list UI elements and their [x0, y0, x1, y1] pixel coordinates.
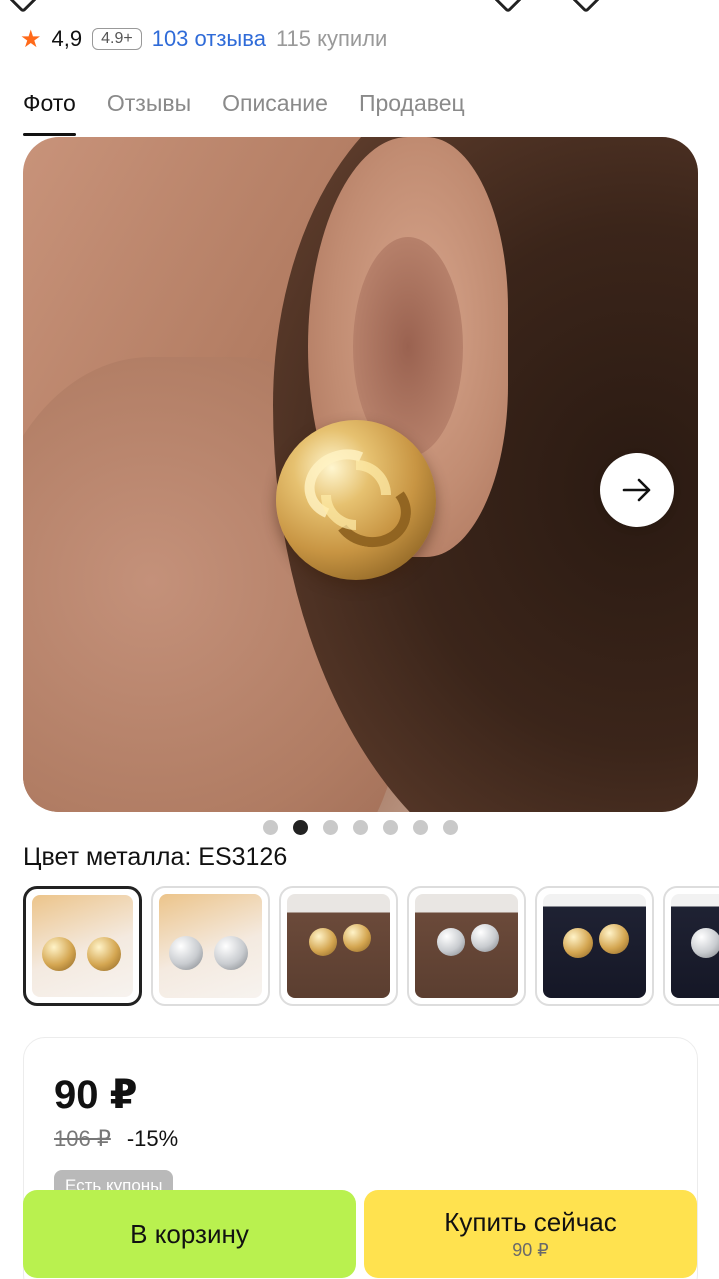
product-photo[interactable] [23, 137, 698, 812]
buy-now-label: Купить сейчас [444, 1207, 617, 1237]
add-to-cart-button[interactable]: В корзину [23, 1190, 356, 1278]
tab-reviews[interactable]: Отзывы [107, 82, 191, 136]
variant-thumb-silver-card[interactable] [151, 886, 270, 1006]
pagination-dot-active[interactable] [293, 820, 308, 835]
current-price: 90 ₽ [54, 1073, 138, 1117]
pagination-dot[interactable] [323, 820, 338, 835]
rating-badge: 4.9+ [92, 28, 142, 50]
rating-value: 4,9 [51, 26, 83, 51]
rating-row: ★ 4,9 4.9+ 103 отзыва 115 купили [20, 24, 387, 54]
section-tabs: Фото Отзывы Описание Продавец [23, 82, 465, 138]
next-photo-button[interactable] [600, 453, 674, 527]
variant-thumb-gold-brown[interactable] [279, 886, 398, 1006]
pagination-dot[interactable] [443, 820, 458, 835]
gallery-pagination [263, 820, 458, 835]
star-icon: ★ [20, 25, 42, 53]
buy-now-price: 90 ₽ [512, 1240, 549, 1260]
variant-thumbnails [23, 886, 719, 1008]
top-bar: ★ 4,9 4.9+ 103 отзыва 115 купили [0, 0, 719, 54]
pagination-dot[interactable] [263, 820, 278, 835]
variant-thumb-silver-dark[interactable] [663, 886, 719, 1006]
tab-photo[interactable]: Фото [23, 82, 76, 136]
back-icon[interactable] [4, 0, 42, 14]
old-price: 106 ₽ [54, 1126, 111, 1151]
buy-now-button[interactable]: Купить сейчас 90 ₽ [364, 1190, 697, 1278]
old-price-row: 106 ₽ -15% [54, 1126, 178, 1152]
pagination-dot[interactable] [383, 820, 398, 835]
reviews-link[interactable]: 103 отзыва [152, 26, 266, 52]
favorite-icon[interactable] [567, 0, 605, 14]
discount-percent: -15% [126, 1126, 179, 1151]
arrow-right-icon [622, 478, 651, 502]
metal-color-label: Цвет металла: ES3126 [23, 843, 288, 871]
pagination-dot[interactable] [353, 820, 368, 835]
variant-thumb-gold-dark[interactable] [535, 886, 654, 1006]
add-to-cart-label: В корзину [130, 1218, 249, 1249]
variant-thumb-silver-brown[interactable] [407, 886, 526, 1006]
pagination-dot[interactable] [413, 820, 428, 835]
tab-description[interactable]: Описание [222, 82, 328, 136]
earring-image [276, 420, 436, 580]
tab-seller[interactable]: Продавец [359, 82, 465, 136]
share-icon[interactable] [489, 0, 527, 14]
bought-count: 115 купили [275, 26, 388, 51]
variant-thumb-gold-card[interactable] [23, 886, 142, 1006]
